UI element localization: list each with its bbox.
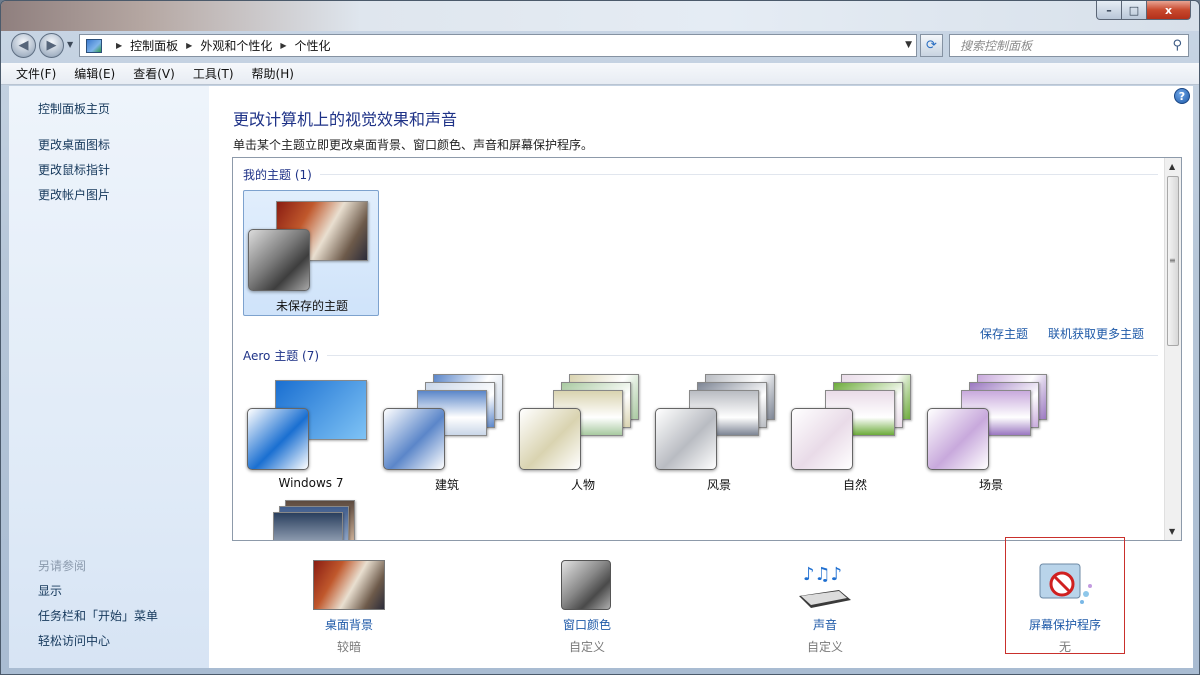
navigation-bar: ◀ ▶ ▼ ▶ 控制面板 ▶ 外观和个性化 ▶ 个性化 ▼ ⟳ 搜索控制面板 ⚲ xyxy=(1,31,1199,61)
address-bar[interactable]: ▶ 控制面板 ▶ 外观和个性化 ▶ 个性化 ▼ xyxy=(79,34,917,57)
theme-name: 建筑 xyxy=(434,478,459,492)
divider xyxy=(327,355,1158,356)
theme-window-color-swatch xyxy=(655,408,717,470)
theme-window-color-swatch xyxy=(791,408,853,470)
svg-text:♪♫♪: ♪♫♪ xyxy=(803,564,842,585)
caption-buttons: – □ x xyxy=(1096,1,1191,20)
desktop-background-icon xyxy=(313,560,385,610)
breadcrumb-appearance[interactable]: 外观和个性化 xyxy=(200,37,272,54)
theme-tile[interactable]: Windows 7 xyxy=(243,370,379,496)
close-button[interactable]: x xyxy=(1147,1,1191,20)
divider xyxy=(319,174,1158,175)
recent-pages-dropdown[interactable]: ▼ xyxy=(67,40,73,49)
screen-saver-setting[interactable]: 屏幕保护程序 无 xyxy=(1005,537,1125,654)
control-panel-icon xyxy=(86,38,102,53)
scroll-grip-icon: ≡ xyxy=(1169,256,1176,265)
aero-themes-heading: Aero 主题 (7) xyxy=(243,347,1158,364)
window-color-icon xyxy=(561,560,611,610)
theme-list[interactable]: 我的主题 (1) 未保存的主题 保存主题 联机获取更多主题 Aero 主题 (7… xyxy=(232,157,1182,541)
monitor-no-icon xyxy=(1039,563,1092,604)
title-bar[interactable]: – □ x xyxy=(1,1,1199,31)
screen-saver-icon xyxy=(1030,560,1102,610)
setting-label: 窗口颜色 xyxy=(562,618,611,632)
page-title: 更改计算机上的视觉效果和声音 xyxy=(233,110,458,129)
setting-label: 屏幕保护程序 xyxy=(1028,618,1101,632)
theme-tile[interactable]: 自然 xyxy=(787,370,923,496)
theme-list-scrollbar[interactable]: ▲ ≡ ▼ xyxy=(1164,158,1181,540)
menu-bar: 文件(F) 编辑(E) 查看(V) 工具(T) 帮助(H) xyxy=(1,63,1199,85)
theme-tile[interactable]: 场景 xyxy=(923,370,1059,496)
theme-window-color-swatch xyxy=(519,408,581,470)
theme-window-color-swatch xyxy=(383,408,445,470)
theme-card xyxy=(273,512,343,540)
theme-unsaved[interactable]: 未保存的主题 xyxy=(243,190,379,316)
theme-name: 自然 xyxy=(842,478,867,492)
theme-preview xyxy=(273,500,369,540)
breadcrumb-personalization[interactable]: 个性化 xyxy=(295,37,331,54)
see-also-display[interactable]: 显示 xyxy=(38,582,62,599)
breadcrumb-separator-icon[interactable]: ▶ xyxy=(280,41,286,50)
menu-help[interactable]: 帮助(H) xyxy=(249,63,297,84)
sidebar-link-desktop-icons[interactable]: 更改桌面图标 xyxy=(38,136,110,153)
see-also-heading: 另请参阅 xyxy=(38,559,87,573)
get-more-themes-link[interactable]: 联机获取更多主题 xyxy=(1048,325,1144,342)
aero-themes-heading-text: Aero 主题 (7) xyxy=(243,349,320,363)
theme-window-color-swatch xyxy=(927,408,989,470)
breadcrumb-control-panel[interactable]: 控制面板 xyxy=(130,37,178,54)
setting-label: 桌面背景 xyxy=(324,618,373,632)
search-placeholder: 搜索控制面板 xyxy=(960,39,1033,53)
control-panel-window: – □ x ◀ ▶ ▼ ▶ 控制面板 ▶ 外观和个性化 ▶ 个性化 ▼ ⟳ 搜索… xyxy=(0,0,1200,675)
arrow-left-icon: ◀ xyxy=(18,38,29,53)
menu-view[interactable]: 查看(V) xyxy=(130,63,178,84)
address-dropdown-icon[interactable]: ▼ xyxy=(905,40,912,50)
theme-name: 未保存的主题 xyxy=(275,299,348,313)
theme-name: 风景 xyxy=(706,478,731,492)
help-icon[interactable]: ? xyxy=(1174,88,1190,104)
theme-partial-row[interactable] xyxy=(243,492,379,540)
save-theme-link[interactable]: 保存主题 xyxy=(980,325,1028,342)
theme-window-color-swatch xyxy=(247,408,309,470)
arrow-right-icon: ▶ xyxy=(46,38,57,53)
breadcrumb-separator-icon[interactable]: ▶ xyxy=(116,41,122,50)
minimize-button[interactable]: – xyxy=(1096,1,1122,20)
theme-tile[interactable]: 风景 xyxy=(651,370,787,496)
theme-name: Windows 7 xyxy=(278,476,344,490)
theme-tile[interactable]: 人物 xyxy=(515,370,651,496)
back-button[interactable]: ◀ xyxy=(11,33,36,58)
sidebar-home-link[interactable]: 控制面板主页 xyxy=(38,100,110,117)
setting-value: 较暗 xyxy=(336,640,361,654)
speaker-keyboard-icon: ♪♫♪ xyxy=(799,564,851,608)
setting-label: 声音 xyxy=(812,618,837,632)
content-area: 控制面板主页 更改桌面图标 更改鼠标指针 更改帐户图片 另请参阅 显示 任务栏和… xyxy=(9,86,1193,668)
my-themes-heading: 我的主题 (1) xyxy=(243,166,1158,183)
setting-value: 自定义 xyxy=(568,640,605,654)
theme-tile[interactable]: 建筑 xyxy=(379,370,515,496)
see-also-taskbar[interactable]: 任务栏和「开始」菜单 xyxy=(38,607,158,624)
sidebar: 控制面板主页 更改桌面图标 更改鼠标指针 更改帐户图片 另请参阅 显示 任务栏和… xyxy=(9,86,209,668)
maximize-button[interactable]: □ xyxy=(1122,1,1147,20)
search-icon[interactable]: ⚲ xyxy=(1172,38,1182,53)
setting-value: 无 xyxy=(1058,640,1071,654)
refresh-icon: ⟳ xyxy=(926,38,937,53)
sidebar-link-account-picture[interactable]: 更改帐户图片 xyxy=(38,186,110,203)
refresh-button[interactable]: ⟳ xyxy=(920,34,943,57)
sound-icon: ♪♫♪ xyxy=(789,560,861,610)
menu-tools[interactable]: 工具(T) xyxy=(190,63,237,84)
search-input[interactable]: 搜索控制面板 ⚲ xyxy=(949,34,1189,57)
theme-window-color-swatch xyxy=(248,229,310,291)
page-description: 单击某个主题立即更改桌面背景、窗口颜色、声音和屏幕保护程序。 xyxy=(233,138,594,152)
scroll-down-icon[interactable]: ▼ xyxy=(1169,527,1175,536)
menu-file[interactable]: 文件(F) xyxy=(13,63,59,84)
sidebar-link-mouse-pointers[interactable]: 更改鼠标指针 xyxy=(38,161,110,178)
breadcrumb: ▶ 控制面板 ▶ 外观和个性化 ▶ 个性化 xyxy=(108,37,331,54)
my-themes-heading-text: 我的主题 (1) xyxy=(243,168,312,182)
breadcrumb-separator-icon[interactable]: ▶ xyxy=(186,41,192,50)
menu-edit[interactable]: 编辑(E) xyxy=(71,63,118,84)
theme-name: 人物 xyxy=(570,478,595,492)
see-also-ease-of-access[interactable]: 轻松访问中心 xyxy=(38,632,110,649)
scroll-up-icon[interactable]: ▲ xyxy=(1169,162,1175,171)
setting-value: 自定义 xyxy=(806,640,843,654)
forward-button[interactable]: ▶ xyxy=(39,33,64,58)
theme-name: 场景 xyxy=(978,478,1003,492)
